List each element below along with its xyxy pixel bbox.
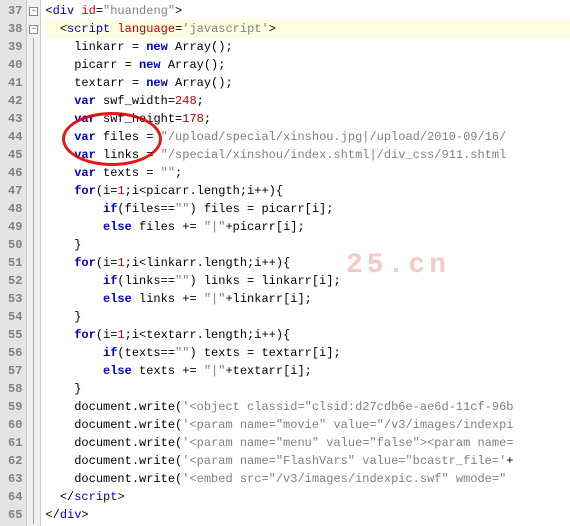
code-line[interactable]: textarr = new Array(); [45,74,570,92]
fold-cell [27,164,40,182]
fold-cell [27,398,40,416]
fold-cell [27,200,40,218]
line-number: 61 [8,434,22,452]
fold-column: −− [27,0,41,526]
code-line[interactable]: var swf_height=178; [45,110,570,128]
fold-cell [27,506,40,524]
line-number: 45 [8,146,22,164]
code-area[interactable]: <div id="huandeng"> <script language='ja… [41,0,570,526]
code-line[interactable]: var texts = ""; [45,164,570,182]
fold-cell [27,470,40,488]
line-number: 53 [8,290,22,308]
line-number: 37 [8,2,22,20]
line-number: 43 [8,110,22,128]
code-line[interactable]: } [45,236,570,254]
line-number: 65 [8,506,22,524]
line-number: 59 [8,398,22,416]
code-line[interactable]: var links = "/special/xinshou/index.shtm… [45,146,570,164]
fold-cell [27,128,40,146]
line-number: 56 [8,344,22,362]
line-number: 41 [8,74,22,92]
fold-cell [27,254,40,272]
fold-cell [27,326,40,344]
code-line[interactable]: <script language='javascript'> [45,20,570,38]
line-number: 63 [8,470,22,488]
line-number: 40 [8,56,22,74]
line-number: 46 [8,164,22,182]
line-number: 58 [8,380,22,398]
fold-cell [27,56,40,74]
fold-cell [27,380,40,398]
code-line[interactable]: </div> [45,506,570,524]
code-line[interactable]: var swf_width=248; [45,92,570,110]
code-line[interactable]: document.write('<object classid="clsid:d… [45,398,570,416]
fold-cell [27,218,40,236]
fold-minus-icon[interactable]: − [29,25,38,34]
fold-cell [27,272,40,290]
fold-cell [27,488,40,506]
code-line[interactable]: var files = "/upload/special/xinshou.jpg… [45,128,570,146]
line-number: 48 [8,200,22,218]
line-number: 64 [8,488,22,506]
fold-cell: − [27,20,40,38]
fold-minus-icon[interactable]: − [29,7,38,16]
line-number: 54 [8,308,22,326]
line-number: 50 [8,236,22,254]
code-line[interactable]: document.write('<embed src="/v3/images/i… [45,470,570,488]
fold-cell [27,182,40,200]
fold-cell [27,416,40,434]
fold-cell [27,74,40,92]
code-line[interactable]: for(i=1;i<linkarr.length;i++){ [45,254,570,272]
fold-cell [27,92,40,110]
line-number: 57 [8,362,22,380]
line-number: 42 [8,92,22,110]
line-number: 55 [8,326,22,344]
code-line[interactable]: picarr = new Array(); [45,56,570,74]
code-line[interactable]: for(i=1;i<picarr.length;i++){ [45,182,570,200]
fold-cell [27,308,40,326]
line-number: 60 [8,416,22,434]
fold-cell [27,146,40,164]
code-line[interactable]: document.write('<param name="menu" value… [45,434,570,452]
line-number: 49 [8,218,22,236]
code-line[interactable]: if(texts=="") texts = textarr[i]; [45,344,570,362]
fold-cell [27,110,40,128]
code-line[interactable]: document.write('<param name="FlashVars" … [45,452,570,470]
code-editor: 3738394041424344454647484950515253545556… [0,0,570,526]
gutter: 3738394041424344454647484950515253545556… [0,0,27,526]
code-line[interactable]: for(i=1;i<textarr.length;i++){ [45,326,570,344]
fold-cell [27,236,40,254]
code-line[interactable]: <div id="huandeng"> [45,2,570,20]
code-line[interactable]: document.write('<param name="movie" valu… [45,416,570,434]
code-line[interactable]: } [45,308,570,326]
fold-cell [27,434,40,452]
line-number: 44 [8,128,22,146]
fold-cell [27,452,40,470]
line-number: 52 [8,272,22,290]
code-line[interactable]: else files += "|"+picarr[i]; [45,218,570,236]
code-line[interactable]: </script> [45,488,570,506]
fold-cell: − [27,2,40,20]
line-number: 47 [8,182,22,200]
code-line[interactable]: else links += "|"+linkarr[i]; [45,290,570,308]
line-number: 51 [8,254,22,272]
fold-cell [27,344,40,362]
code-line[interactable]: else texts += "|"+textarr[i]; [45,362,570,380]
line-number: 39 [8,38,22,56]
line-number: 62 [8,452,22,470]
fold-cell [27,290,40,308]
code-line[interactable]: if(files=="") files = picarr[i]; [45,200,570,218]
code-line[interactable]: linkarr = new Array(); [45,38,570,56]
line-number: 38 [8,20,22,38]
fold-cell [27,362,40,380]
fold-cell [27,38,40,56]
code-line[interactable]: } [45,380,570,398]
code-line[interactable]: if(links=="") links = linkarr[i]; [45,272,570,290]
